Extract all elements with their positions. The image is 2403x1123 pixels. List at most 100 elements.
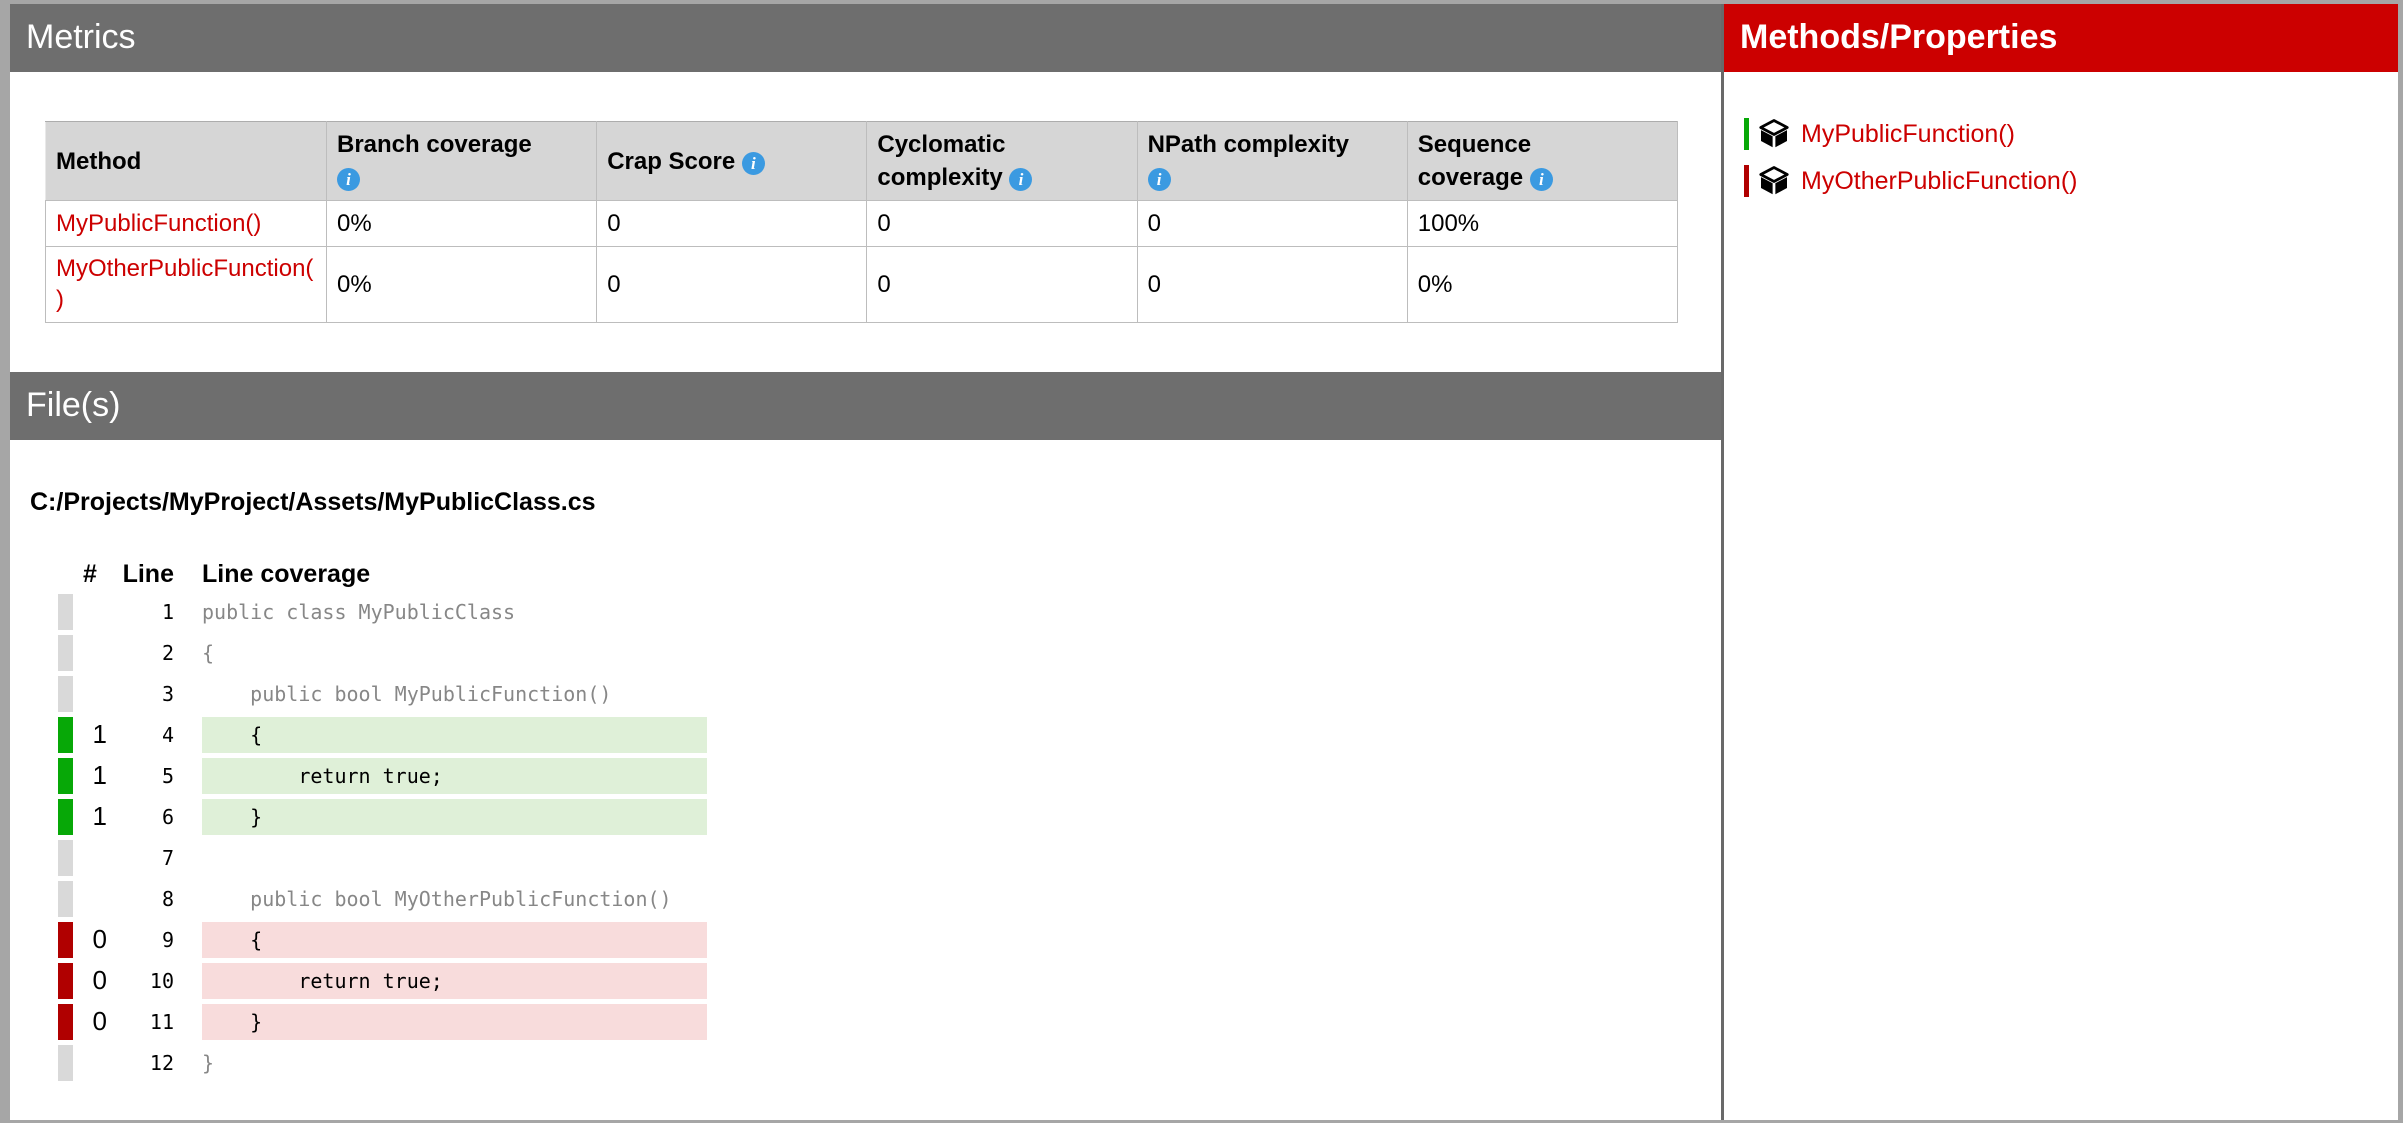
line-number: 12 — [107, 1045, 174, 1081]
line-status-bar — [58, 963, 73, 999]
hit-count: 1 — [73, 758, 107, 794]
code-listing: # Line Line coverage 1public class MyPub… — [58, 555, 1721, 1086]
files-section-header: File(s) — [10, 372, 1721, 440]
code-line-row: 8 public bool MyOtherPublicFunction() — [58, 881, 707, 917]
hit-count: 1 — [73, 799, 107, 835]
code-line: { — [202, 717, 707, 753]
metrics-table: MethodBranch coverage iCrap Score iCyclo… — [45, 121, 1678, 323]
code-line-row: 010 return true; — [58, 963, 707, 999]
line-status-bar — [58, 799, 73, 835]
file-path: C:/Projects/MyProject/Assets/MyPublicCla… — [30, 488, 1721, 517]
line-column-header: Line — [107, 560, 174, 589]
metrics-column-header: Cyclomaticcomplexity i — [867, 122, 1137, 201]
hit-count — [73, 881, 107, 917]
gap-cell — [174, 922, 202, 958]
gap-column-header — [174, 560, 202, 589]
coverage-status-strip — [1744, 118, 1749, 150]
metric-value: 0 — [1137, 201, 1407, 247]
method-link[interactable]: MyOtherPublicFunction() — [56, 255, 313, 313]
line-status-bar — [58, 594, 73, 630]
hit-count — [73, 1045, 107, 1081]
metrics-table-header-row: MethodBranch coverage iCrap Score iCyclo… — [46, 122, 1678, 201]
method-link[interactable]: MyPublicFunction() — [56, 210, 261, 237]
info-icon[interactable]: i — [1148, 168, 1171, 191]
method-cell: MyPublicFunction() — [46, 201, 327, 247]
hit-count: 1 — [73, 717, 107, 753]
code-line: return true; — [202, 758, 707, 794]
metrics-table-row: MyPublicFunction()0%000100% — [46, 201, 1678, 247]
method-list-item[interactable]: MyOtherPublicFunction() — [1744, 165, 2398, 197]
cube-icon — [1759, 166, 1789, 196]
gap-cell — [174, 594, 202, 630]
metrics-column-header: Sequencecoverage i — [1407, 122, 1677, 201]
hit-count — [73, 676, 107, 712]
line-status-bar — [58, 1045, 73, 1081]
method-cell: MyOtherPublicFunction() — [46, 247, 327, 322]
gap-cell — [174, 799, 202, 835]
gap-cell — [174, 963, 202, 999]
info-icon[interactable]: i — [1009, 168, 1032, 191]
hit-count — [73, 840, 107, 876]
line-number: 10 — [107, 963, 174, 999]
code-table-header-row: # Line Line coverage — [58, 560, 707, 589]
code-line — [202, 840, 707, 876]
metrics-column-header: NPath complexity i — [1137, 122, 1407, 201]
line-number: 8 — [107, 881, 174, 917]
metrics-column-header: Method — [46, 122, 327, 201]
gap-cell — [174, 881, 202, 917]
line-number: 4 — [107, 717, 174, 753]
code-line-row: 011 } — [58, 1004, 707, 1040]
line-number: 5 — [107, 758, 174, 794]
metric-value: 0% — [1407, 247, 1677, 322]
code-line-row: 09 { — [58, 922, 707, 958]
info-icon[interactable]: i — [742, 152, 765, 175]
metrics-section-header: Metrics — [10, 4, 1721, 72]
metric-value: 0% — [327, 201, 597, 247]
line-number: 3 — [107, 676, 174, 712]
gap-cell — [174, 840, 202, 876]
gap-cell — [174, 676, 202, 712]
coverage-status-strip — [1744, 165, 1749, 197]
code-table: # Line Line coverage 1public class MyPub… — [58, 555, 707, 1086]
main-column: Metrics MethodBranch coverage iCrap Scor… — [10, 4, 1721, 1120]
metric-value: 0 — [597, 201, 867, 247]
metrics-column-header: Branch coverage i — [327, 122, 597, 201]
metrics-section-title: Metrics — [26, 18, 136, 56]
bar-column-header — [58, 560, 73, 589]
code-line-row: 14 { — [58, 717, 707, 753]
gap-cell — [174, 635, 202, 671]
coverage-column-header: Line coverage — [202, 560, 707, 589]
right-page-edge — [2398, 4, 2403, 1120]
gap-cell — [174, 1045, 202, 1081]
method-item-link[interactable]: MyOtherPublicFunction() — [1801, 167, 2077, 196]
hit-count — [73, 635, 107, 671]
line-number: 1 — [107, 594, 174, 630]
metric-value: 100% — [1407, 201, 1677, 247]
code-line: public bool MyOtherPublicFunction() — [202, 881, 707, 917]
left-page-edge — [0, 4, 10, 1120]
method-list-item[interactable]: MyPublicFunction() — [1744, 118, 2398, 150]
info-icon[interactable]: i — [337, 168, 360, 191]
page-frame: Metrics MethodBranch coverage iCrap Scor… — [0, 4, 2403, 1120]
line-status-bar — [58, 1004, 73, 1040]
metric-value: 0 — [1137, 247, 1407, 322]
code-line: { — [202, 635, 707, 671]
metric-value: 0% — [327, 247, 597, 322]
metric-value: 0 — [867, 247, 1137, 322]
code-line: } — [202, 1004, 707, 1040]
hit-count: 0 — [73, 963, 107, 999]
code-line: } — [202, 1045, 707, 1081]
line-number: 11 — [107, 1004, 174, 1040]
line-number: 7 — [107, 840, 174, 876]
line-status-bar — [58, 758, 73, 794]
code-line: return true; — [202, 963, 707, 999]
info-icon[interactable]: i — [1530, 168, 1553, 191]
line-status-bar — [58, 922, 73, 958]
method-item-link[interactable]: MyPublicFunction() — [1801, 120, 2015, 149]
hit-count — [73, 594, 107, 630]
code-line-row: 16 } — [58, 799, 707, 835]
code-line-row: 2{ — [58, 635, 707, 671]
line-status-bar — [58, 840, 73, 876]
line-status-bar — [58, 881, 73, 917]
hit-count: 0 — [73, 922, 107, 958]
